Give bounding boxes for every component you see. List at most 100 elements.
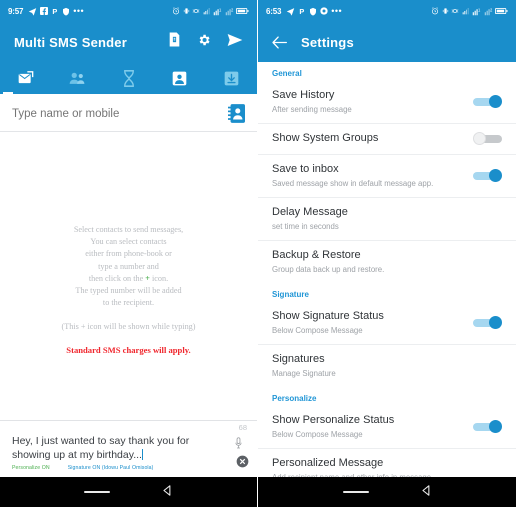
contact-card-icon bbox=[173, 71, 187, 85]
help-note: (This + icon will be shown while typing) bbox=[12, 322, 245, 331]
toggle-save-to-inbox[interactable] bbox=[473, 169, 502, 182]
signature-status: Signature ON (Idowu Paul Omisola) bbox=[67, 465, 154, 471]
toggle-show-personalize-status[interactable] bbox=[473, 420, 502, 433]
setting-row-save-to-inbox[interactable]: Save to inbox Saved message show in defa… bbox=[258, 155, 516, 198]
help-note-prefix: (This bbox=[61, 322, 81, 332]
signal-sim2-icon: 2 bbox=[225, 7, 234, 16]
back-triangle-icon[interactable] bbox=[421, 483, 432, 501]
setting-title: Signatures bbox=[272, 353, 325, 365]
help-line: either from phone-book or bbox=[85, 249, 172, 259]
message-text: Hey, I just wanted to say thank you for … bbox=[12, 435, 190, 461]
tab-inbox[interactable] bbox=[206, 62, 257, 94]
svg-text:2: 2 bbox=[231, 7, 234, 12]
tab-groups[interactable] bbox=[51, 62, 102, 94]
help-line: You can select contacts bbox=[90, 237, 167, 247]
svg-text:2: 2 bbox=[490, 7, 493, 12]
help-note-suffix: icon will be shown while typing) bbox=[85, 322, 196, 332]
tab-bar bbox=[0, 62, 257, 94]
compose-row: Hey, I just wanted to say thank you for … bbox=[12, 425, 247, 462]
recipient-input[interactable] bbox=[12, 107, 228, 120]
tab-active-underline bbox=[3, 91, 14, 94]
more-dots-icon: ••• bbox=[331, 5, 343, 16]
pinterest-icon: P bbox=[51, 7, 59, 16]
setting-row-show-personalize-status[interactable]: Show Personalize Status Below Compose Me… bbox=[258, 406, 516, 449]
status-notification-icons: P ••• bbox=[28, 5, 85, 16]
send-icon[interactable] bbox=[227, 33, 243, 52]
tab-compose[interactable] bbox=[0, 62, 51, 94]
signal-sim1-icon: 1 bbox=[472, 7, 481, 16]
setting-row-delay-message[interactable]: Delay Message set time in seconds bbox=[258, 198, 516, 241]
toggle-knob bbox=[489, 95, 502, 108]
setting-texts: Show Signature Status Below Compose Mess… bbox=[272, 309, 465, 336]
hourglass-icon bbox=[123, 69, 134, 87]
alarm-icon bbox=[431, 7, 439, 15]
setting-title: Show Signature Status bbox=[272, 310, 384, 322]
facebook-icon bbox=[40, 7, 49, 15]
setting-row-signatures[interactable]: Signatures Manage Signature bbox=[258, 345, 516, 387]
app-bar-actions bbox=[168, 32, 243, 52]
status-system-icons: 1 2 bbox=[172, 7, 249, 16]
message-input[interactable]: Hey, I just wanted to say thank you for … bbox=[12, 434, 229, 462]
setting-title: Backup & Restore bbox=[272, 249, 361, 261]
signal-icon bbox=[203, 7, 211, 15]
compose-empty-state: Select contacts to send messages, You ca… bbox=[0, 132, 257, 420]
help-plus-prefix: then click on the bbox=[88, 273, 146, 283]
toggle-knob bbox=[489, 169, 502, 182]
setting-row-show-system-groups[interactable]: Show System Groups bbox=[258, 124, 516, 155]
toggle-show-signature-status[interactable] bbox=[473, 316, 502, 329]
section-header-personalize: Personalize bbox=[272, 394, 317, 403]
setting-texts: Show System Groups bbox=[272, 131, 465, 146]
page-title: Multi SMS Sender bbox=[14, 34, 127, 50]
toggle-show-system-groups[interactable] bbox=[473, 132, 502, 145]
section-header-signature: Signature bbox=[272, 290, 309, 299]
svg-text:P: P bbox=[300, 7, 305, 16]
back-arrow-icon[interactable] bbox=[272, 35, 287, 49]
help-line-plus: then click on the + icon. bbox=[12, 273, 245, 285]
signal-sim2-icon: 2 bbox=[484, 7, 493, 16]
help-line: The typed number will be added bbox=[75, 286, 182, 296]
help-line: type a number and bbox=[98, 261, 159, 271]
tab-contacts[interactable] bbox=[154, 62, 205, 94]
svg-text:1: 1 bbox=[219, 7, 222, 12]
document-icon[interactable] bbox=[168, 32, 181, 52]
status-bar-left: 9:57 P ••• 1 2 bbox=[0, 0, 257, 22]
setting-row-personalized-message[interactable]: Personalized Message Add recipient name … bbox=[258, 449, 516, 477]
clear-circle-icon[interactable] bbox=[236, 455, 249, 468]
setting-title: Delay Message bbox=[272, 206, 348, 218]
message-compose-icon bbox=[18, 70, 34, 83]
contact-book-icon[interactable] bbox=[228, 104, 245, 123]
status-time: 6:53 bbox=[266, 6, 282, 16]
home-pill-icon[interactable] bbox=[84, 490, 110, 494]
home-pill-icon[interactable] bbox=[342, 490, 369, 494]
telegram-icon bbox=[286, 7, 295, 16]
app-bar-right: Settings bbox=[258, 22, 516, 62]
camera-icon bbox=[320, 7, 328, 15]
sms-charges-warning: Standard SMS charges will apply. bbox=[66, 345, 191, 356]
setting-title: Show Personalize Status bbox=[272, 414, 395, 426]
signal-icon bbox=[462, 7, 470, 15]
back-triangle-icon[interactable] bbox=[162, 483, 173, 501]
setting-texts: Delay Message set time in seconds bbox=[272, 205, 502, 232]
gear-icon[interactable] bbox=[197, 33, 211, 52]
recipient-field-row[interactable] bbox=[0, 94, 257, 132]
setting-texts: Show Personalize Status Below Compose Me… bbox=[272, 413, 465, 440]
settings-list[interactable]: General Save History After sending messa… bbox=[258, 62, 516, 477]
phone-right-settings: 6:53 P ••• 1 2 Settings General Save His… bbox=[258, 0, 516, 507]
pinterest-icon: P bbox=[298, 7, 306, 16]
more-dots-icon: ••• bbox=[73, 5, 85, 16]
setting-row-show-signature-status[interactable]: Show Signature Status Below Compose Mess… bbox=[258, 302, 516, 345]
compose-message-area[interactable]: 68 Hey, I just wanted to say thank you f… bbox=[0, 420, 257, 477]
setting-title: Save to inbox bbox=[272, 163, 339, 175]
help-line: Select contacts to send messages, bbox=[73, 225, 184, 234]
ring-icon bbox=[192, 7, 200, 15]
setting-row-save-history[interactable]: Save History After sending message bbox=[258, 81, 516, 124]
tab-scheduled[interactable] bbox=[103, 62, 154, 94]
status-system-icons: 1 2 bbox=[431, 7, 508, 16]
toggle-save-history[interactable] bbox=[473, 95, 502, 108]
status-bar-right: 6:53 P ••• 1 2 bbox=[258, 0, 516, 22]
setting-row-backup-restore[interactable]: Backup & Restore Group data back up and … bbox=[258, 241, 516, 283]
setting-title: Personalized Message bbox=[272, 457, 384, 469]
text-caret bbox=[141, 449, 143, 460]
android-nav-bar-left bbox=[0, 477, 257, 507]
microphone-icon[interactable] bbox=[229, 434, 247, 449]
